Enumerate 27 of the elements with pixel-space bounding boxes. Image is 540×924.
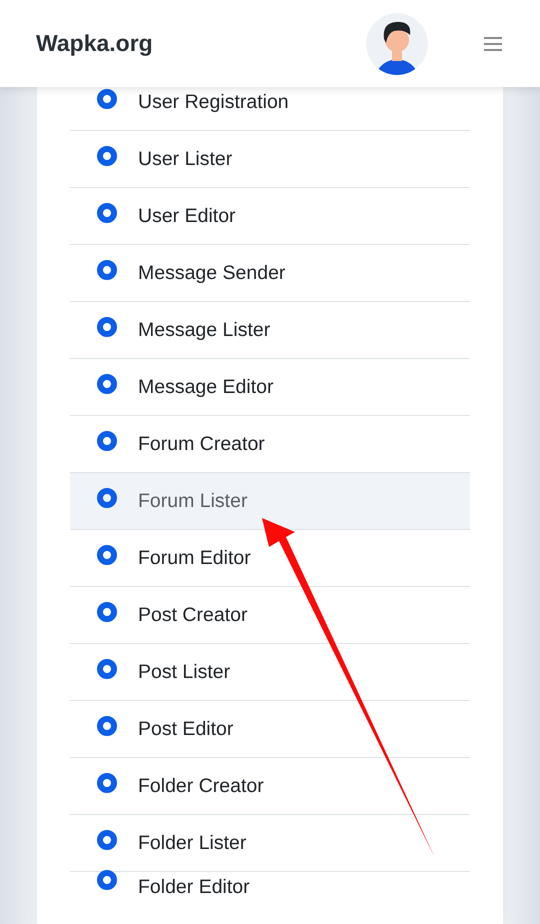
bullet-icon	[97, 260, 117, 280]
site-brand[interactable]: Wapka.org	[36, 30, 366, 57]
avatar-icon[interactable]	[366, 12, 428, 74]
bullet-icon	[97, 374, 117, 394]
bullet-icon	[97, 830, 117, 850]
bullet-icon	[97, 431, 117, 451]
bullet-icon	[97, 773, 117, 793]
menu-item[interactable]: Message Lister	[70, 302, 470, 359]
menu-item[interactable]: Folder Lister	[70, 815, 470, 872]
bullet-icon	[97, 870, 117, 890]
menu-item[interactable]: Message Editor	[70, 359, 470, 416]
bullet-icon	[97, 716, 117, 736]
bullet-icon	[97, 89, 117, 109]
bullet-icon	[97, 659, 117, 679]
bullet-icon	[97, 146, 117, 166]
bullet-icon	[97, 602, 117, 622]
bullet-icon	[97, 488, 117, 508]
menu-item[interactable]: Folder Editor	[70, 872, 470, 924]
bullet-icon	[97, 545, 117, 565]
menu-item[interactable]: User Editor	[70, 188, 470, 245]
bullet-icon	[97, 317, 117, 337]
menu-item[interactable]: User Lister	[70, 131, 470, 188]
menu-item[interactable]: User Registration	[70, 87, 470, 131]
menu-item[interactable]: Message Sender	[70, 245, 470, 302]
menu-item[interactable]: Forum Lister	[70, 473, 470, 530]
bullet-icon	[97, 203, 117, 223]
menu-icon[interactable]	[484, 36, 504, 52]
